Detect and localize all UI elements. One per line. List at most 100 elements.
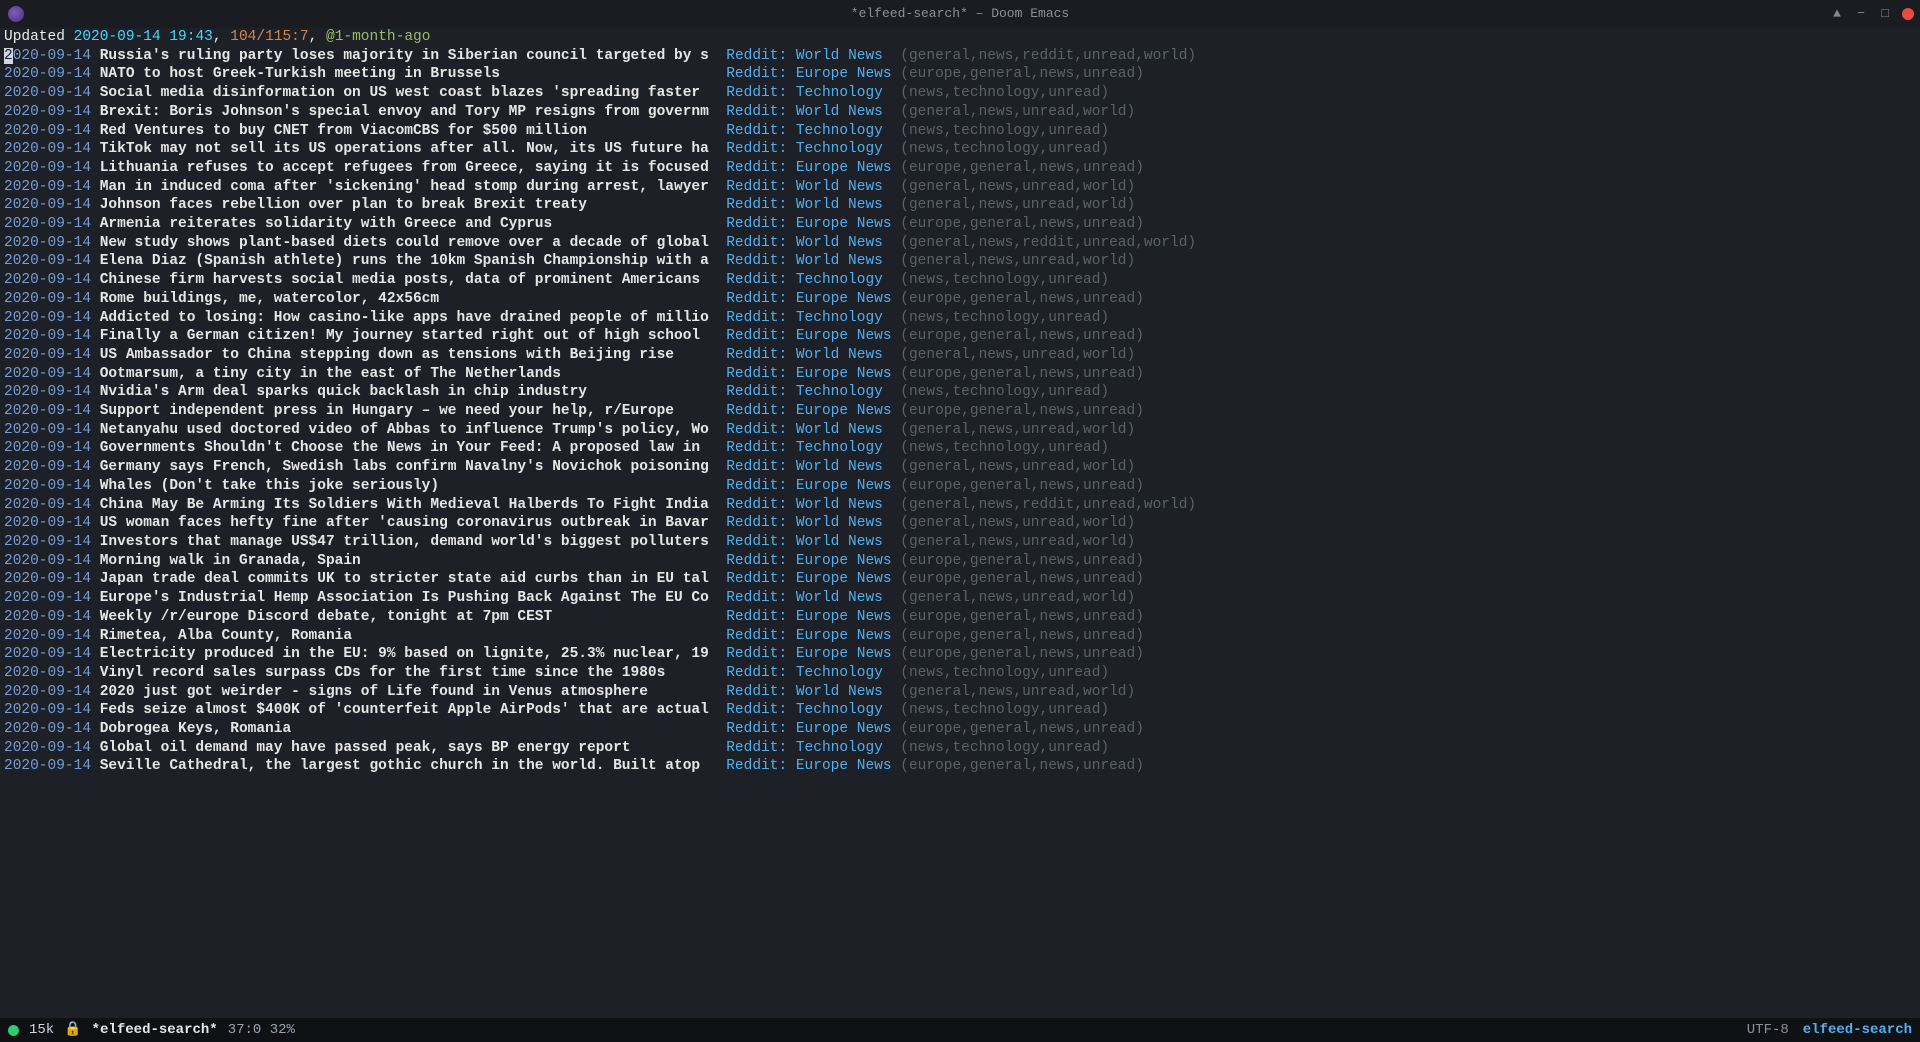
feed-entry[interactable]: 2020-09-14 Red Ventures to buy CNET from… [4, 122, 1920, 141]
entry-tags: (news,technology,unread) [900, 271, 1109, 290]
feed-entry[interactable]: 2020-09-14 Global oil demand may have pa… [4, 739, 1920, 758]
buffer-name: *elfeed-search* [92, 1021, 218, 1040]
entry-tags: (europe,general,news,unread) [900, 757, 1144, 776]
entry-feed: Reddit: Europe News [726, 645, 891, 664]
feed-entry[interactable]: 2020-09-14 Seville Cathedral, the larges… [4, 757, 1920, 776]
search-status-line: Updated 2020-09-14 19:43, 104/115:7, @1-… [4, 28, 1920, 47]
feed-entry[interactable]: 2020-09-14 Rimetea, Alba County, Romania… [4, 627, 1920, 646]
feed-entry[interactable]: 2020-09-14 Electricity produced in the E… [4, 645, 1920, 664]
entry-date: 2020-09-14 [4, 664, 91, 683]
feed-entry[interactable]: 2020-09-14 New study shows plant-based d… [4, 234, 1920, 253]
entry-date: 2020-09-14 [4, 383, 91, 402]
entry-title: Finally a German citizen! My journey sta… [100, 327, 718, 346]
feed-entry[interactable]: 2020-09-14 China May Be Arming Its Soldi… [4, 496, 1920, 515]
entry-feed: Reddit: Europe News [726, 327, 891, 346]
feed-entry[interactable]: 2020-09-14 Morning walk in Granada, Spai… [4, 552, 1920, 571]
feed-entry[interactable]: 2020-09-14 Governments Shouldn't Choose … [4, 439, 1920, 458]
entry-title: US woman faces hefty fine after 'causing… [100, 514, 718, 533]
entry-tags: (europe,general,news,unread) [900, 327, 1144, 346]
entry-feed: Reddit: Europe News [726, 477, 891, 496]
feed-entry[interactable]: 2020-09-14 Europe's Industrial Hemp Asso… [4, 589, 1920, 608]
entry-tags: (europe,general,news,unread) [900, 552, 1144, 571]
feed-entry[interactable]: 2020-09-14 Johnson faces rebellion over … [4, 196, 1920, 215]
entry-date: 2020-09-14 [4, 627, 91, 646]
entry-feed: Reddit: World News [726, 458, 891, 477]
entry-date: 2020-09-14 [4, 215, 91, 234]
entry-feed: Reddit: Europe News [726, 65, 891, 84]
entry-date: 2020-09-14 [4, 252, 91, 271]
search-filter: @1-month-ago [326, 29, 430, 45]
entry-date: 2020-09-14 [4, 570, 91, 589]
feed-entry[interactable]: 2020-09-14 2020 just got weirder - signs… [4, 683, 1920, 702]
entry-feed: Reddit: Europe News [726, 720, 891, 739]
feed-entry[interactable]: 2020-09-14 Finally a German citizen! My … [4, 327, 1920, 346]
feed-entry[interactable]: 2020-09-14 Brexit: Boris Johnson's speci… [4, 103, 1920, 122]
entry-date: 2020-09-14 [4, 309, 91, 328]
feed-entry[interactable]: 2020-09-14 US Ambassador to China steppi… [4, 346, 1920, 365]
entry-title: Whales (Don't take this joke seriously) [100, 477, 718, 496]
feed-entry[interactable]: 2020-09-14 Weekly /r/europe Discord deba… [4, 608, 1920, 627]
feed-entry[interactable]: 2020-09-14 Investors that manage US$47 t… [4, 533, 1920, 552]
entry-tags: (general,news,reddit,unread,world) [900, 47, 1196, 66]
entry-date: 2020-09-14 [4, 122, 91, 141]
feed-entry[interactable]: 2020-09-14 Social media disinformation o… [4, 84, 1920, 103]
entry-tags: (general,news,unread,world) [900, 196, 1135, 215]
feed-entry[interactable]: 2020-09-14 Armenia reiterates solidarity… [4, 215, 1920, 234]
entry-date: 2020-09-14 [4, 496, 91, 515]
entry-title: Nvidia's Arm deal sparks quick backlash … [100, 383, 718, 402]
entry-tags: (europe,general,news,unread) [900, 477, 1144, 496]
entry-title: Weekly /r/europe Discord debate, tonight… [100, 608, 718, 627]
feed-entry[interactable]: 2020-09-14 Japan trade deal commits UK t… [4, 570, 1920, 589]
entry-title: Netanyahu used doctored video of Abbas t… [100, 421, 718, 440]
feed-entry[interactable]: 2020-09-14 Germany says French, Swedish … [4, 458, 1920, 477]
entry-feed: Reddit: World News [726, 234, 891, 253]
entry-date: 2020-09-14 [4, 327, 91, 346]
entry-date: 2020-09-14 [4, 757, 91, 776]
maximize-icon[interactable]: □ [1878, 7, 1892, 21]
entry-tags: (general,news,unread,world) [900, 252, 1135, 271]
feed-entry[interactable]: 2020-09-14 Support independent press in … [4, 402, 1920, 421]
feed-entry[interactable]: 2020-09-14 Feds seize almost $400K of 'c… [4, 701, 1920, 720]
feed-entry[interactable]: 2020-09-14 Nvidia's Arm deal sparks quic… [4, 383, 1920, 402]
entry-feed: Reddit: Europe News [726, 159, 891, 178]
feed-entry[interactable]: 2020-09-14 Chinese firm harvests social … [4, 271, 1920, 290]
entry-tags: (general,news,unread,world) [900, 178, 1135, 197]
feed-entry[interactable]: 2020-09-14 NATO to host Greek-Turkish me… [4, 65, 1920, 84]
feed-entry[interactable]: 2020-09-14 Netanyahu used doctored video… [4, 421, 1920, 440]
feed-entry[interactable]: 2020-09-14 Lithuania refuses to accept r… [4, 159, 1920, 178]
entry-date: 2020-09-14 [4, 346, 91, 365]
entry-tags: (europe,general,news,unread) [900, 608, 1144, 627]
entry-date: 2020-09-14 [4, 720, 91, 739]
feed-entry[interactable]: 2020-09-14 Whales (Don't take this joke … [4, 477, 1920, 496]
feed-entry[interactable]: 2020-09-14 Vinyl record sales surpass CD… [4, 664, 1920, 683]
entry-date: 2020-09-14 [4, 477, 91, 496]
feed-entry[interactable]: 2020-09-14 Ootmarsum, a tiny city in the… [4, 365, 1920, 384]
feed-entry[interactable]: 2020-09-14 Rome buildings, me, watercolo… [4, 290, 1920, 309]
feed-entry[interactable]: 2020-09-14 Addicted to losing: How casin… [4, 309, 1920, 328]
entry-tags: (general,news,unread,world) [900, 514, 1135, 533]
buffer-area[interactable]: Updated 2020-09-14 19:43, 104/115:7, @1-… [0, 28, 1920, 1018]
feed-entry[interactable]: 2020-09-14 Russia's ruling party loses m… [4, 47, 1920, 66]
entry-feed: Reddit: Technology [726, 701, 891, 720]
feed-entry[interactable]: 2020-09-14 Man in induced coma after 'si… [4, 178, 1920, 197]
entry-tags: (europe,general,news,unread) [900, 627, 1144, 646]
arrow-up-icon[interactable]: ▲ [1830, 7, 1844, 21]
updated-timestamp: 2020-09-14 19:43 [74, 29, 213, 45]
entry-feed: Reddit: World News [726, 252, 891, 271]
entry-feed: Reddit: Europe News [726, 552, 891, 571]
entry-title: Support independent press in Hungary – w… [100, 402, 718, 421]
feed-entry[interactable]: 2020-09-14 Dobrogea Keys, Romania Reddit… [4, 720, 1920, 739]
entry-tags: (general,news,unread,world) [900, 421, 1135, 440]
entry-title: NATO to host Greek-Turkish meeting in Br… [100, 65, 718, 84]
titlebar[interactable]: *elfeed-search* – Doom Emacs ▲ − □ [0, 0, 1920, 28]
entry-feed: Reddit: Europe News [726, 365, 891, 384]
minimize-icon[interactable]: − [1854, 7, 1868, 21]
feed-entry[interactable]: 2020-09-14 US woman faces hefty fine aft… [4, 514, 1920, 533]
entry-feed: Reddit: World News [726, 533, 891, 552]
feed-entry[interactable]: 2020-09-14 Elena Diaz (Spanish athlete) … [4, 252, 1920, 271]
entry-date: 2020-09-14 [4, 402, 91, 421]
close-icon[interactable] [1902, 8, 1914, 20]
feed-entry[interactable]: 2020-09-14 TikTok may not sell its US op… [4, 140, 1920, 159]
entry-count: 104/115:7 [230, 29, 308, 45]
entry-feed: Reddit: World News [726, 47, 891, 66]
